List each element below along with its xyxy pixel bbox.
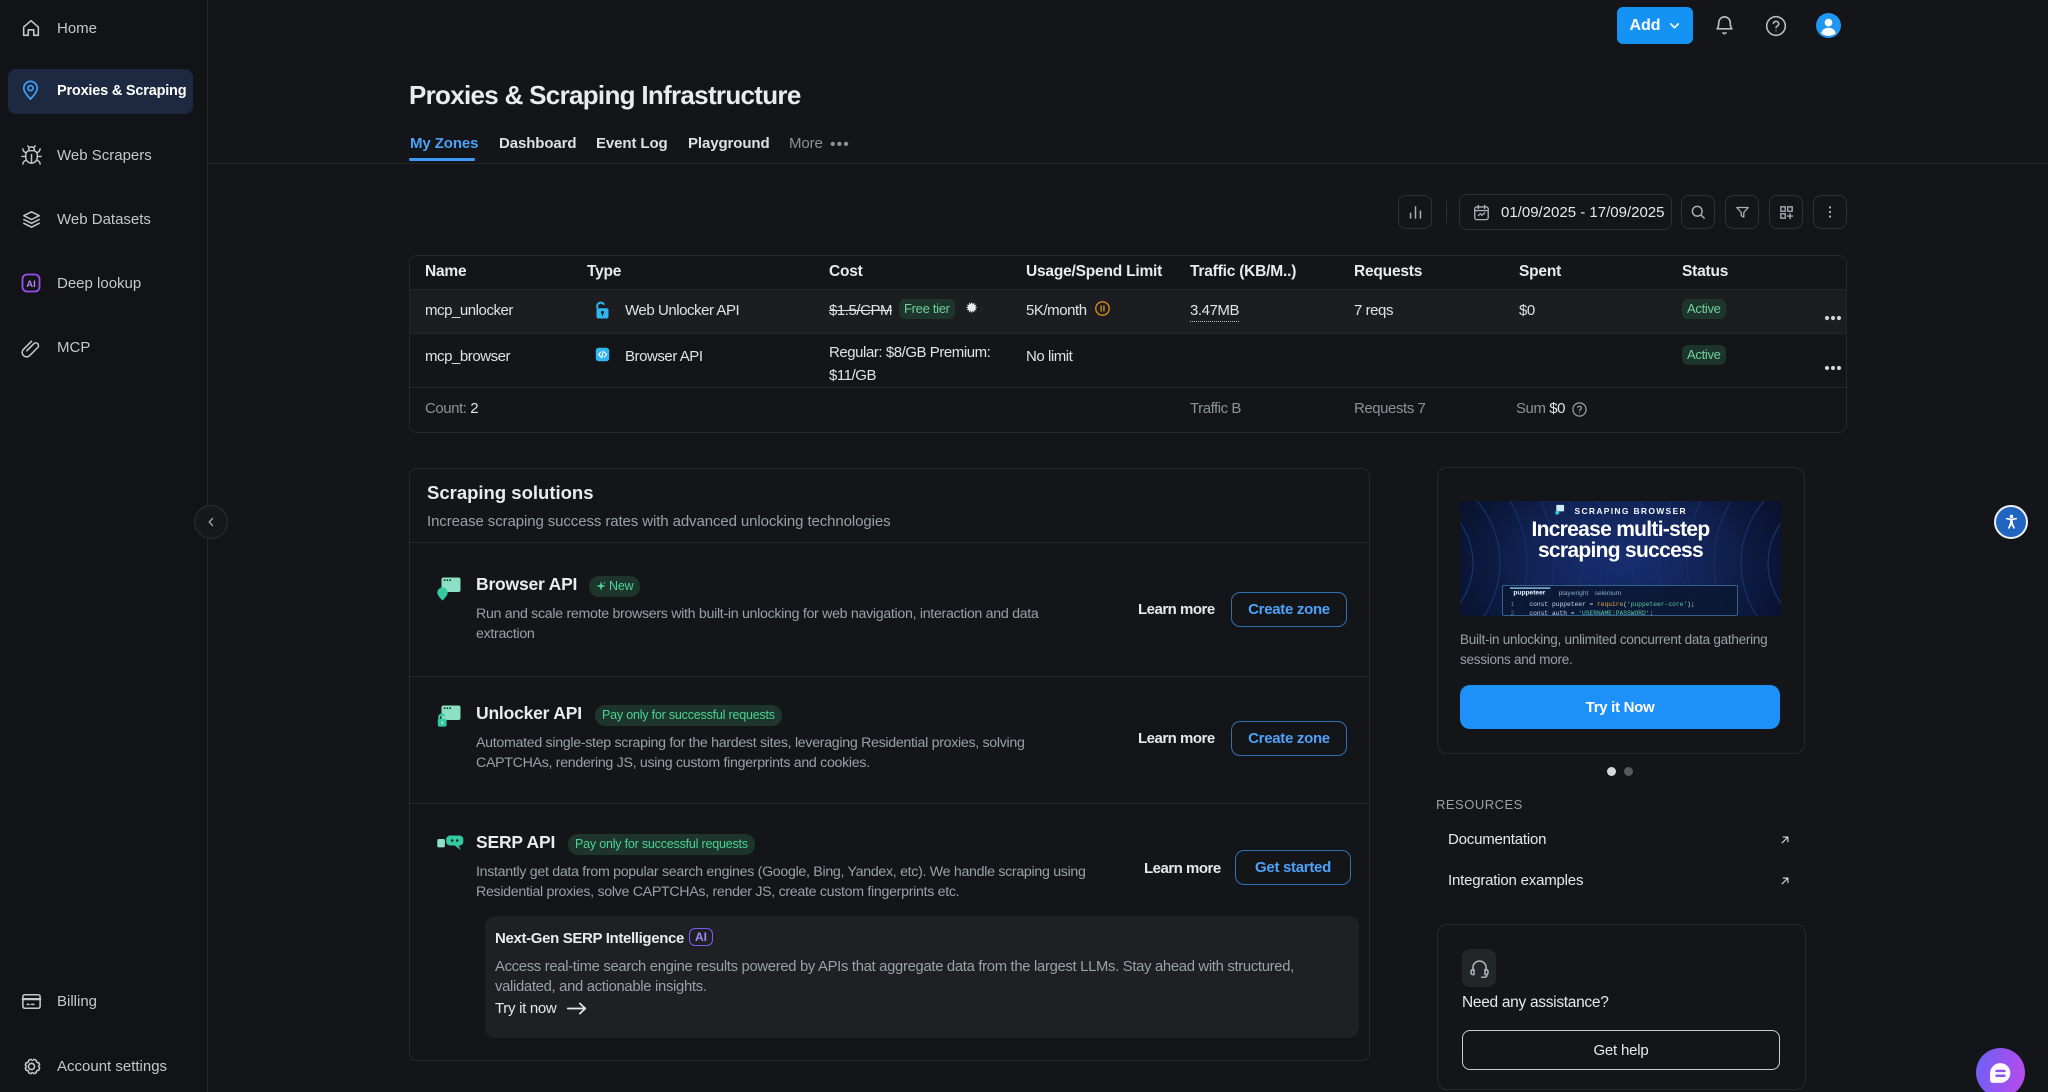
- svg-text:AI: AI: [26, 279, 36, 290]
